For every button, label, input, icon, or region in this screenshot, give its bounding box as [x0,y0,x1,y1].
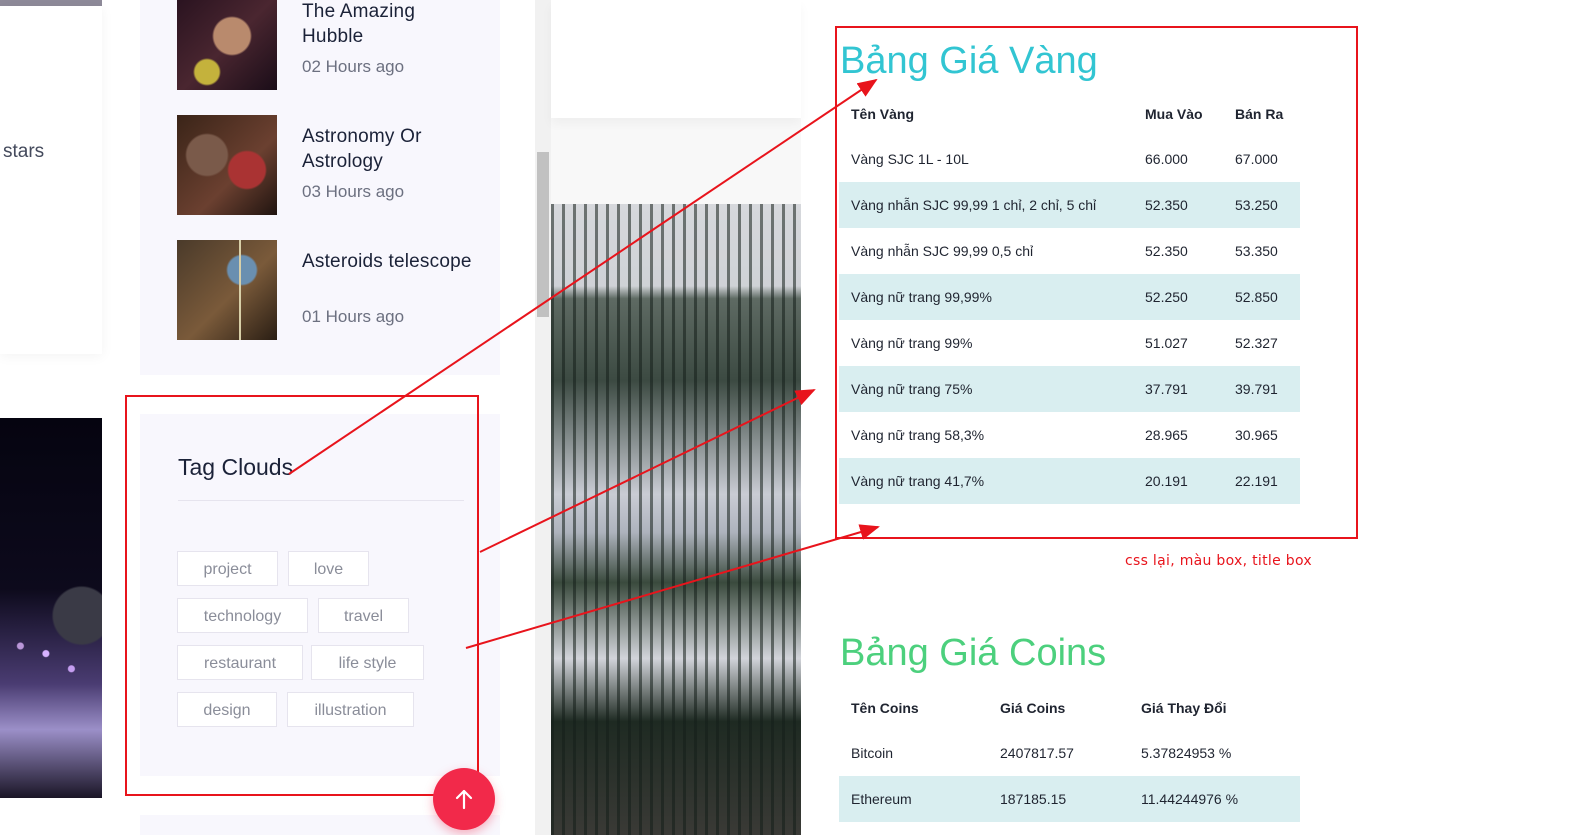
back-to-top-button[interactable] [433,768,495,830]
annotation-arrow [288,78,878,475]
arrow-up-icon [455,789,473,810]
annotation-arrow [479,389,816,553]
annotation-arrows [288,78,880,649]
annotation-arrow [465,524,880,649]
